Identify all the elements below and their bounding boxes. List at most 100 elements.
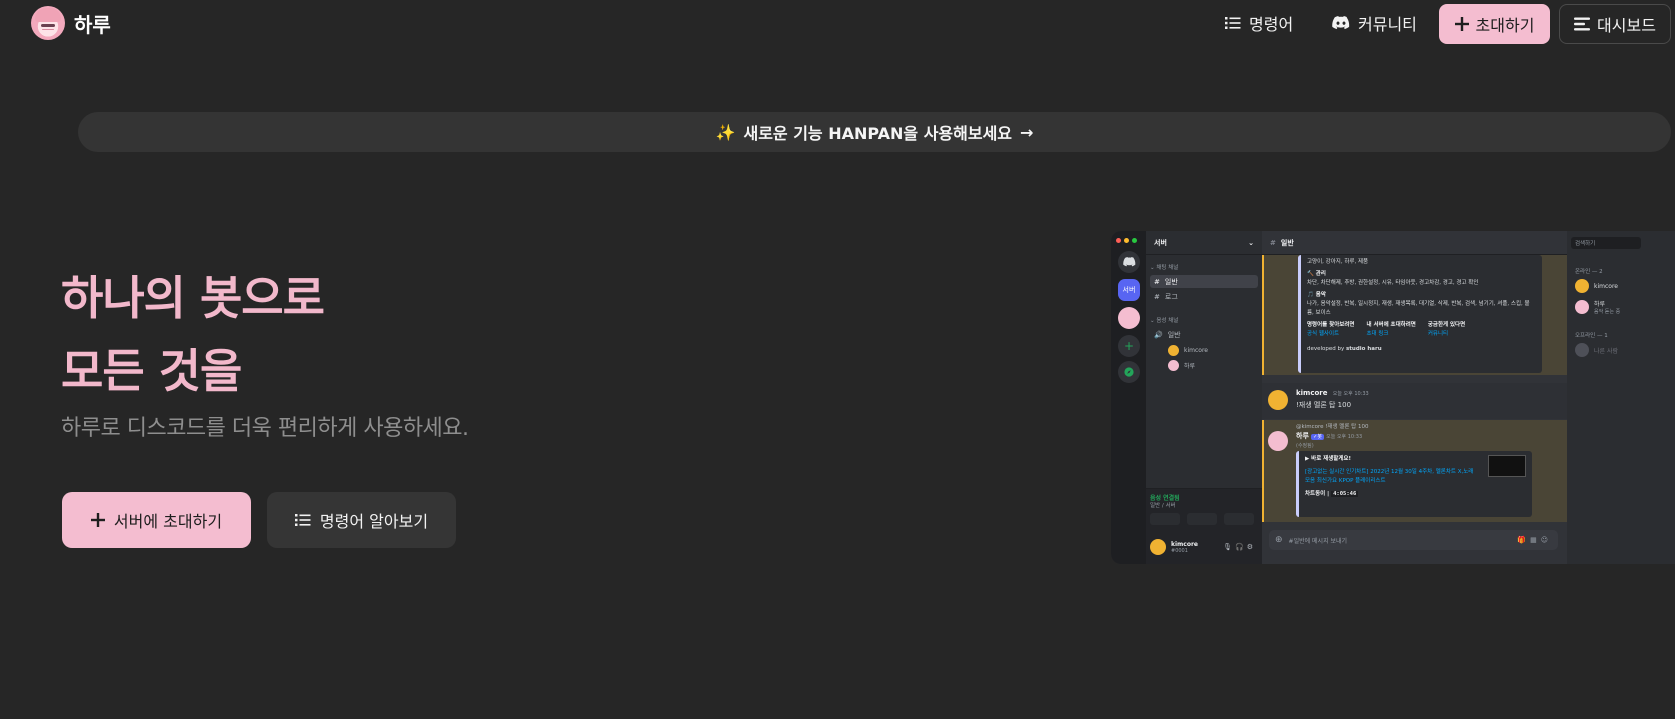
embed-footer: developed by studio haru	[1307, 345, 1536, 354]
banner-text: 새로운 기능 HANPAN을 사용해보세요	[743, 124, 1013, 143]
window-controls	[1116, 238, 1137, 243]
bot-message-meta: 하루 ✓봇 오늘 오후 10:33	[1296, 431, 1362, 441]
embed-link: 커뮤니티	[1427, 331, 1449, 337]
discord-icon	[1332, 16, 1350, 30]
add-server-icon: +	[1118, 335, 1140, 357]
user-tag: #0001	[1171, 547, 1188, 554]
hash-icon: #	[1270, 238, 1276, 247]
embed-links: 명령어를 찾아보려면 공식 웹사이트 내 서버에 초대하려면 초대 링크 궁금한게 …	[1307, 321, 1536, 339]
learn-commands-button[interactable]: 명령어 알아보기	[267, 492, 456, 548]
channel-label: 일반	[1164, 277, 1178, 286]
channel-general: # 일반	[1150, 275, 1258, 288]
music-embed: ▶ 바로 재생할게요! [광고없는 실시간 인기차트] 2022년 12월 30…	[1296, 451, 1532, 517]
avatar	[1168, 345, 1179, 356]
voice-channel-general: 🔊 일반	[1150, 328, 1258, 341]
camera-button	[1150, 513, 1180, 525]
hero-subtitle: 하루로 디스코드를 더욱 편리하게 사용하세요.	[61, 416, 469, 441]
embed-top-text: 고양이, 강아지, 하루, 제품	[1307, 259, 1369, 265]
avatar	[1575, 279, 1589, 293]
embed-mgmt-title: 🔨 관리	[1307, 271, 1326, 277]
bot-badge: ✓봇	[1311, 434, 1324, 440]
member: kimcore	[1575, 279, 1618, 293]
brand-name: 하루	[74, 12, 111, 37]
invite-to-server-button[interactable]: 서버에 초대하기	[62, 492, 251, 548]
nav-community-link[interactable]: 커뮤니티	[1332, 8, 1417, 38]
voice-channel-label: 일반	[1167, 330, 1181, 339]
online-label: 온라인 — 2	[1575, 269, 1603, 275]
top-nav: 하루 명령어 커뮤니티 초대하기 대시보드	[0, 0, 1675, 48]
avatar	[1268, 431, 1288, 451]
voice-status-panel: 음성 연결됨 일반 / 서버	[1146, 488, 1262, 530]
member-name: kimcore	[1594, 282, 1618, 290]
edited-label: (수정됨)	[1296, 443, 1314, 449]
plus-icon	[1454, 17, 1469, 31]
embed-link-head: 명령어를 찾아보려면	[1307, 322, 1355, 328]
chevron-down-icon: ⌄	[1248, 238, 1254, 247]
hero-title-line2: 모든 것을	[61, 344, 242, 398]
message-time: 오늘 오후 10:33	[1326, 434, 1363, 440]
list-icon	[294, 513, 311, 527]
search-input: 검색하기	[1571, 237, 1641, 249]
duration-row: 차트동이 | 4:05:46	[1305, 490, 1526, 499]
user-name: kimcore	[1171, 540, 1199, 548]
text-category-label: 채팅 채널	[1156, 265, 1179, 271]
voice-user: kimcore	[1168, 345, 1208, 356]
dashboard-icon	[1574, 17, 1591, 31]
discord-home-icon	[1118, 251, 1140, 273]
server-header: 서버 ⌄	[1146, 231, 1262, 255]
embed-music-text: 나가, 음악설정, 반복, 일시정지, 재생, 재생목록, 대기열, 삭제, 반…	[1307, 301, 1530, 316]
activity-button	[1224, 513, 1254, 525]
haru-logo-avatar	[31, 6, 65, 40]
plus-icon	[90, 513, 105, 527]
voice-location: 일반 / 서버	[1150, 503, 1176, 509]
message-meta: kimcore 오늘 오후 10:33	[1296, 389, 1369, 397]
voice-user-name: kimcore	[1184, 347, 1208, 354]
invite-to-server-label: 서버에 초대하기	[113, 512, 223, 531]
studio-name: studio haru	[1346, 346, 1382, 352]
embed-mgmt-text: 차단, 차단해제, 추방, 권한설정, 시유, 타임아웃, 경고차감, 경고, …	[1307, 280, 1479, 286]
nav-community-label: 커뮤니티	[1358, 15, 1417, 34]
hash-icon: #	[1154, 292, 1160, 301]
chat-area: # 일반 고양이, 강아지, 하루, 제품 🔨 관리 차단, 차단해제, 추방,…	[1262, 231, 1567, 564]
duration: 4:05:46	[1331, 491, 1359, 497]
member: 나른 사람	[1575, 343, 1618, 357]
server-rail: 서버 +	[1111, 231, 1146, 564]
avatar	[1168, 360, 1179, 371]
message-input-placeholder: #일반에 메시지 보내기	[1288, 537, 1348, 545]
channel-log: # 로그	[1150, 290, 1258, 303]
list-icon	[1225, 16, 1241, 30]
voice-category: ⌄ 음성 채널	[1150, 318, 1179, 324]
text-category: ⌄ 채팅 채널	[1150, 265, 1179, 271]
member-name: 하루	[1594, 301, 1606, 308]
channel-title: 일반	[1280, 238, 1294, 247]
avatar	[1575, 300, 1589, 314]
hero-title-line1: 하나의 봇으로	[61, 271, 325, 325]
dashboard-button-label: 대시보드	[1597, 16, 1656, 35]
reply-reference: @kimcore !재생 멜론 탑 100	[1296, 424, 1369, 430]
avatar	[1575, 343, 1589, 357]
embed-link: 초대 링크	[1366, 331, 1389, 337]
user-message: kimcore 오늘 오후 10:33 !재생 멜론 탑 100	[1262, 383, 1567, 419]
nav-commands-link[interactable]: 명령어	[1225, 8, 1293, 38]
add-attachment-icon: ⊕	[1275, 535, 1283, 545]
announcement-banner[interactable]: ✨ 새로운 기능 HANPAN을 사용해보세요 →	[78, 112, 1671, 152]
message-author: kimcore	[1296, 389, 1328, 397]
message-text: !재생 멜론 탑 100	[1296, 401, 1352, 409]
haru-server-avatar	[1118, 307, 1140, 329]
channel-label: 로그	[1164, 292, 1178, 301]
avatar	[1268, 390, 1288, 410]
dashboard-button[interactable]: 대시보드	[1559, 4, 1671, 44]
invite-button[interactable]: 초대하기	[1439, 4, 1550, 44]
embed-link-head: 내 서버에 초대하려면	[1366, 322, 1416, 328]
avatar	[1150, 539, 1166, 555]
speaker-icon: 🔊	[1154, 330, 1163, 339]
sparkles-icon: ✨	[715, 122, 736, 142]
embed-link-head: 궁금한게 있다면	[1427, 322, 1466, 328]
embed-music-title: 🎵 음악	[1307, 292, 1326, 298]
arrow-right-icon: →	[1020, 122, 1034, 142]
nav-commands-label: 명령어	[1249, 15, 1294, 34]
mic-headset-settings-icons: 🎙🎧⚙	[1223, 543, 1256, 551]
explore-compass-icon	[1118, 361, 1140, 383]
brand-home-link[interactable]: 하루	[31, 6, 111, 40]
hash-icon: #	[1154, 277, 1160, 286]
